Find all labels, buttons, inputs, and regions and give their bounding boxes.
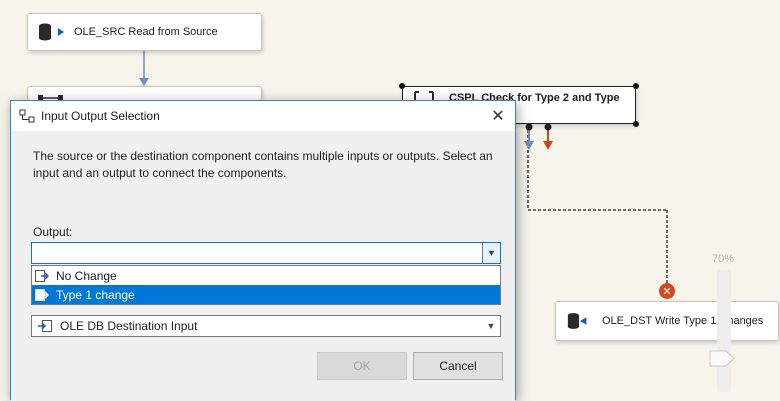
output-option-no-change[interactable]: No Change [32,266,500,285]
input-select-value: OLE DB Destination Input [38,319,482,333]
resize-handle-br[interactable] [633,121,639,127]
database-source-icon [38,21,64,43]
zoom-level-label: 70% [712,253,735,265]
ole-dst-label: OLE_DST Write Type 1 Changes [602,315,764,327]
chevron-down-icon[interactable]: ▼ [482,243,500,263]
zoom-slider[interactable] [717,270,731,392]
resize-handle-tl[interactable] [399,83,405,89]
output-dropdown-list: No Change Type 1 change [31,265,501,305]
ole-src-label: OLE_SRC Read from Source [74,26,218,38]
output-select[interactable]: ▼ [31,242,501,264]
hidden-component-node[interactable] [27,86,262,101]
resize-handle-tr[interactable] [633,83,639,89]
output-option-label: No Change [56,268,117,283]
dialog-body: The source or the destination component … [11,131,515,401]
output-option-icon [34,269,50,283]
output-option-type-1-change[interactable]: Type 1 change [32,285,500,304]
split-error-arrow [543,141,553,150]
input-icon [38,320,54,332]
zoom-slider-thumb[interactable] [709,350,735,367]
input-select-text: OLE DB Destination Input [60,319,198,333]
close-icon: ✕ [491,108,505,125]
dialog-titlebar[interactable]: Input Output Selection ✕ [11,101,515,131]
src-path-arrow [139,78,149,86]
output-option-label: Type 1 change [56,287,135,302]
ole-src-node[interactable]: OLE_SRC Read from Source [27,13,262,51]
dialog-title: Input Output Selection [41,109,160,123]
database-destination-icon [566,310,592,332]
input-output-selection-dialog: Input Output Selection ✕ The source or t… [10,100,516,401]
output-option-icon [34,288,50,302]
output-label: Output: [33,225,73,239]
path-connector-icon [19,108,35,124]
split-output-blue-arrow [524,141,534,150]
close-button[interactable]: ✕ [487,106,509,126]
ole-dst-node[interactable]: OLE_DST Write Type 1 Changes [555,301,779,341]
cancel-button[interactable]: Cancel [413,352,503,380]
input-select[interactable]: OLE DB Destination Input ▼ [31,315,501,337]
dialog-description: The source or the destination component … [33,149,493,180]
chevron-down-icon[interactable]: ▼ [482,316,500,336]
path-handle-2 [544,123,552,131]
error-icon-glyph: ✕ [662,285,671,298]
path-handle [525,123,533,131]
ok-button[interactable]: OK [317,352,407,380]
